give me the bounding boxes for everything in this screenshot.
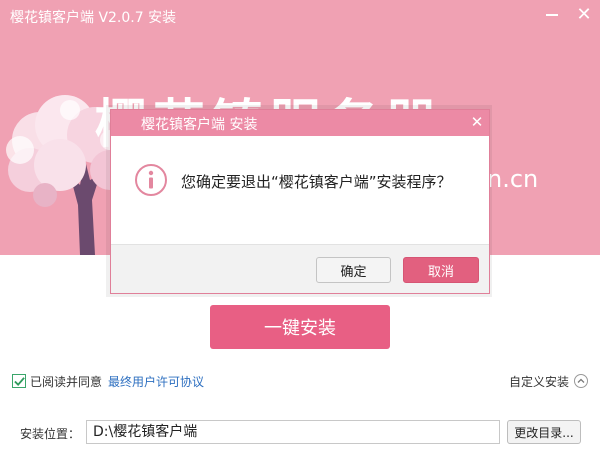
- ok-button[interactable]: 确定: [316, 257, 391, 283]
- window-title: 樱花镇客户端 V2.0.7 安装: [10, 10, 177, 26]
- exit-confirm-dialog: 樱花镇客户端 安装 ✕ 您确定要退出“樱花镇客户端”安装程序？ 确定 取消: [110, 109, 490, 294]
- agree-checkbox[interactable]: [12, 374, 26, 388]
- banner-site-text: n.cn: [487, 165, 539, 193]
- one-click-install-button[interactable]: 一键安装: [210, 305, 390, 349]
- dialog-body: 您确定要退出“樱花镇客户端”安装程序？: [111, 136, 489, 244]
- license-link[interactable]: 最终用户许可协议: [108, 373, 204, 390]
- info-icon: [135, 164, 167, 196]
- close-button[interactable]: ✕: [573, 4, 595, 26]
- agree-label: 已阅读并同意: [30, 374, 103, 389]
- dialog-title: 樱花镇客户端 安装: [141, 117, 258, 133]
- dialog-message: 您确定要退出“樱花镇客户端”安装程序？: [181, 173, 452, 191]
- dialog-footer: 确定 取消: [111, 244, 489, 293]
- minimize-icon: [546, 14, 558, 16]
- install-location-field[interactable]: D:\樱花镇客户端: [86, 420, 500, 444]
- change-directory-button[interactable]: 更改目录...: [507, 420, 581, 444]
- minimize-button[interactable]: [541, 4, 563, 26]
- check-icon: [13, 376, 25, 386]
- close-icon: ✕: [576, 4, 592, 25]
- dialog-title-bar: 樱花镇客户端 安装 ✕: [111, 110, 489, 136]
- close-icon: ✕: [470, 113, 484, 131]
- install-location-label: 安装位置：: [20, 427, 81, 441]
- dialog-close-button[interactable]: ✕: [468, 113, 486, 131]
- installer-window: 樱花镇客户端 V2.0.7 安装 ✕ 樱花镇服务器 n.cn 一键安装 已阅读: [0, 0, 600, 460]
- license-agreement-row: 已阅读并同意 最终用户许可协议: [12, 372, 204, 390]
- chevron-up-icon: [574, 374, 589, 388]
- custom-install-toggle[interactable]: 自定义安装: [509, 372, 589, 390]
- cancel-button[interactable]: 取消: [403, 257, 479, 283]
- custom-install-label: 自定义安装: [509, 374, 570, 389]
